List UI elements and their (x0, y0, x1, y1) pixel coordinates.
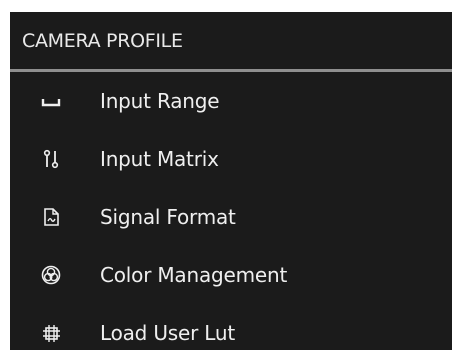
menu-item-label: Input Range (100, 89, 220, 113)
menu-item-label: Input Matrix (100, 147, 219, 171)
camera-profile-menu: Input Range Input Matrix Signal Format C… (10, 72, 452, 350)
section-header: CAMERA PROFILE (10, 12, 452, 72)
menu-item-color-management[interactable]: Color Management (10, 246, 452, 304)
camera-profile-panel: CAMERA PROFILE Input Range Input Matrix (10, 12, 452, 350)
range-bracket-icon (40, 90, 62, 112)
signal-file-icon (40, 206, 62, 228)
menu-item-input-range[interactable]: Input Range (10, 72, 452, 130)
menu-item-label: Color Management (100, 263, 288, 287)
menu-item-label: Load User Lut (100, 321, 235, 345)
color-wheel-icon (40, 264, 62, 286)
section-title: CAMERA PROFILE (22, 29, 183, 52)
menu-item-signal-format[interactable]: Signal Format (10, 188, 452, 246)
lut-cube-icon (40, 322, 62, 344)
matrix-swap-icon (40, 148, 62, 170)
menu-item-input-matrix[interactable]: Input Matrix (10, 130, 452, 188)
menu-item-load-user-lut[interactable]: Load User Lut (10, 304, 452, 350)
menu-item-label: Signal Format (100, 205, 236, 229)
